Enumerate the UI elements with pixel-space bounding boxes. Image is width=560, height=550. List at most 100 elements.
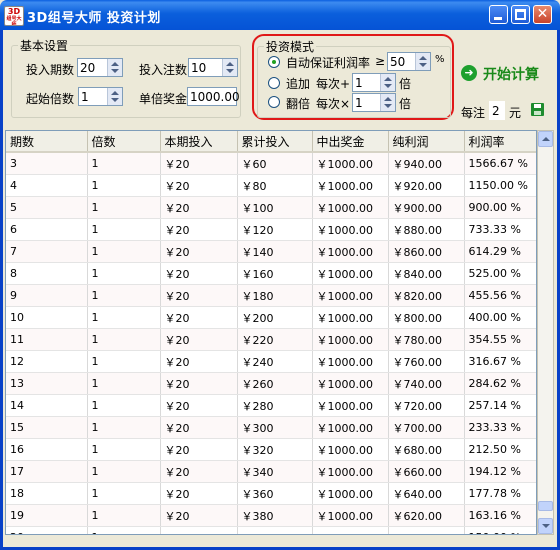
table-cell: 1 [87,174,161,197]
table-row[interactable]: 19 1 ￥20 ￥380 ￥1000.00 ￥620.00 163.16 % [6,504,536,527]
start-multiple-stepper[interactable]: 1 [78,87,123,106]
table-cell: ￥1000.00 [312,372,389,395]
table-cell: 1 [87,394,161,417]
column-header[interactable]: 纯利润 [388,131,465,153]
table-cell: ￥1000.00 [312,482,389,505]
column-header[interactable]: 本期投入 [160,131,238,153]
table-cell: ￥780.00 [388,328,465,351]
table-cell: 1 [87,482,161,505]
table-row[interactable]: 18 1 ￥20 ￥360 ￥1000.00 ￥640.00 177.78 % [6,482,536,505]
table-row[interactable]: 10 1 ￥20 ￥200 ￥1000.00 ￥800.00 400.00 % [6,306,536,329]
table-cell: ￥620.00 [388,504,465,527]
table-cell: ￥320 [237,438,313,461]
investment-mode-legend: 投资模式 [266,40,315,54]
scroll-down-arrow-icon[interactable] [538,518,553,534]
table-cell: ￥20 [160,394,238,417]
table-row[interactable]: 3 1 ￥20 ￥60 ￥1000.00 ￥940.00 1566.67 % [6,152,536,175]
double-mode-spin-arrows-icon[interactable] [380,94,395,111]
table-cell: ￥20 [160,438,238,461]
table-row[interactable]: 14 1 ￥20 ￥280 ￥1000.00 ￥720.00 257.14 % [6,394,536,417]
maximize-button[interactable] [511,5,530,24]
table-cell: ￥20 [160,262,238,285]
double-mode-stepper[interactable]: 1 [352,93,396,112]
add-mode-value: 1 [355,76,363,90]
table-cell: 733.33 % [464,218,536,241]
table-cell: 1 [87,196,161,219]
save-icon[interactable] [531,103,544,116]
table-row[interactable]: 8 1 ￥20 ￥160 ￥1000.00 ￥840.00 525.00 % [6,262,536,285]
table-cell: ￥100 [237,196,313,219]
table-row[interactable]: 201￥20￥400￥1000.00￥600.00150.00 % [6,526,536,534]
table-cell: 1 [87,328,161,351]
auto-profit-stepper[interactable]: 50 [387,52,431,71]
table-cell: ￥900.00 [388,196,465,219]
table-cell: 14 [6,394,88,417]
table-row[interactable]: 17 1 ￥20 ￥340 ￥1000.00 ￥660.00 194.12 % [6,460,536,483]
per-bet-unit: 元 [509,106,522,120]
scroll-thumb[interactable] [538,501,553,511]
auto-profit-label: 自动保证利润率 [286,56,371,70]
add-mode-radio[interactable] [268,77,280,89]
table-row[interactable]: 7 1 ￥20 ￥140 ￥1000.00 ￥860.00 614.29 % [6,240,536,263]
table-cell: ￥920.00 [388,174,465,197]
table-row[interactable]: 9 1 ￥20 ￥180 ￥1000.00 ￥820.00 455.56 % [6,284,536,307]
table-row[interactable]: 13 1 ￥20 ￥260 ￥1000.00 ￥740.00 284.62 % [6,372,536,395]
table-row[interactable]: 16 1 ￥20 ￥320 ￥1000.00 ￥680.00 212.50 % [6,438,536,461]
table-cell: ￥380 [237,504,313,527]
vertical-scrollbar[interactable] [537,130,554,535]
table-row[interactable]: 5 1 ￥20 ￥100 ￥1000.00 ￥900.00 900.00 % [6,196,536,219]
table-cell: ￥120 [237,218,313,241]
table-row[interactable]: 12 1 ￥20 ￥240 ￥1000.00 ￥760.00 316.67 % [6,350,536,373]
bet-count-stepper[interactable]: 10 [188,58,238,77]
table-cell: 455.56 % [464,284,536,307]
table-cell: ￥20 [160,152,238,175]
bet-count-spin-arrows-icon[interactable] [222,59,237,76]
table-cell: ￥240 [237,350,313,373]
column-header[interactable]: 倍数 [87,131,161,153]
table-cell: ￥80 [237,174,313,197]
auto-profit-ge-symbol: ≥ [375,54,386,68]
table-cell: ￥1000.00 [312,460,389,483]
periods-value: 20 [80,61,96,75]
table-cell: ￥880.00 [388,218,465,241]
start-calculate-button[interactable]: ➜ 开始计算 [461,62,553,84]
table-row[interactable]: 15 1 ￥20 ￥300 ￥1000.00 ￥700.00 233.33 % [6,416,536,439]
table-cell: 1 [87,262,161,285]
minimize-button[interactable] [489,5,508,24]
investment-plan-table[interactable]: 期数 倍数 本期投入 累计投入 中出奖金 纯利润 利润率 3 1 ￥20 ￥60 ￥1000.00 ￥… [5,130,537,535]
periods-spin-arrows-icon[interactable] [107,59,122,76]
add-mode-spin-arrows-icon[interactable] [380,74,395,91]
column-header[interactable]: 中出奖金 [312,131,389,153]
table-row[interactable]: 6 1 ￥20 ￥120 ￥1000.00 ￥880.00 733.33 % [6,218,536,241]
auto-profit-radio[interactable] [268,56,280,68]
add-mode-stepper[interactable]: 1 [352,73,396,92]
column-header[interactable]: 累计投入 [237,131,313,153]
column-header[interactable]: 利润率 [464,131,536,153]
double-mode-radio[interactable] [268,96,280,108]
column-header[interactable]: 期数 [6,131,88,153]
table-cell: 11 [6,328,88,351]
table-row[interactable]: 4 1 ￥20 ￥80 ￥1000.00 ￥920.00 1150.00 % [6,174,536,197]
table-cell: ￥20 [160,372,238,395]
start-multiple-spin-arrows-icon[interactable] [107,88,122,105]
periods-stepper[interactable]: 20 [77,58,123,77]
table-cell: 3 [6,152,88,175]
table-cell: 1566.67 % [464,152,536,175]
table-cell: 1 [87,416,161,439]
single-prize-input[interactable]: 1000.00 [187,87,240,106]
double-mode-unit: 倍 [399,97,412,111]
title-bar[interactable]: 3D 组号大师 3D组号大师 投资计划 ✕ [0,0,560,30]
auto-profit-spin-arrows-icon[interactable] [415,53,430,70]
table-cell: ￥20 [160,174,238,197]
scroll-up-arrow-icon[interactable] [538,131,553,147]
add-mode-unit: 倍 [399,77,412,91]
table-cell: 233.33 % [464,416,536,439]
table-cell: 1 [87,504,161,527]
table-cell: ￥280 [237,394,313,417]
table-cell: 17 [6,460,88,483]
table-cell: 12 [6,350,88,373]
table-cell: ￥700.00 [388,416,465,439]
table-row[interactable]: 11 1 ￥20 ￥220 ￥1000.00 ￥780.00 354.55 % [6,328,536,351]
per-bet-input[interactable]: 2 [489,101,505,120]
close-button[interactable]: ✕ [533,5,552,24]
